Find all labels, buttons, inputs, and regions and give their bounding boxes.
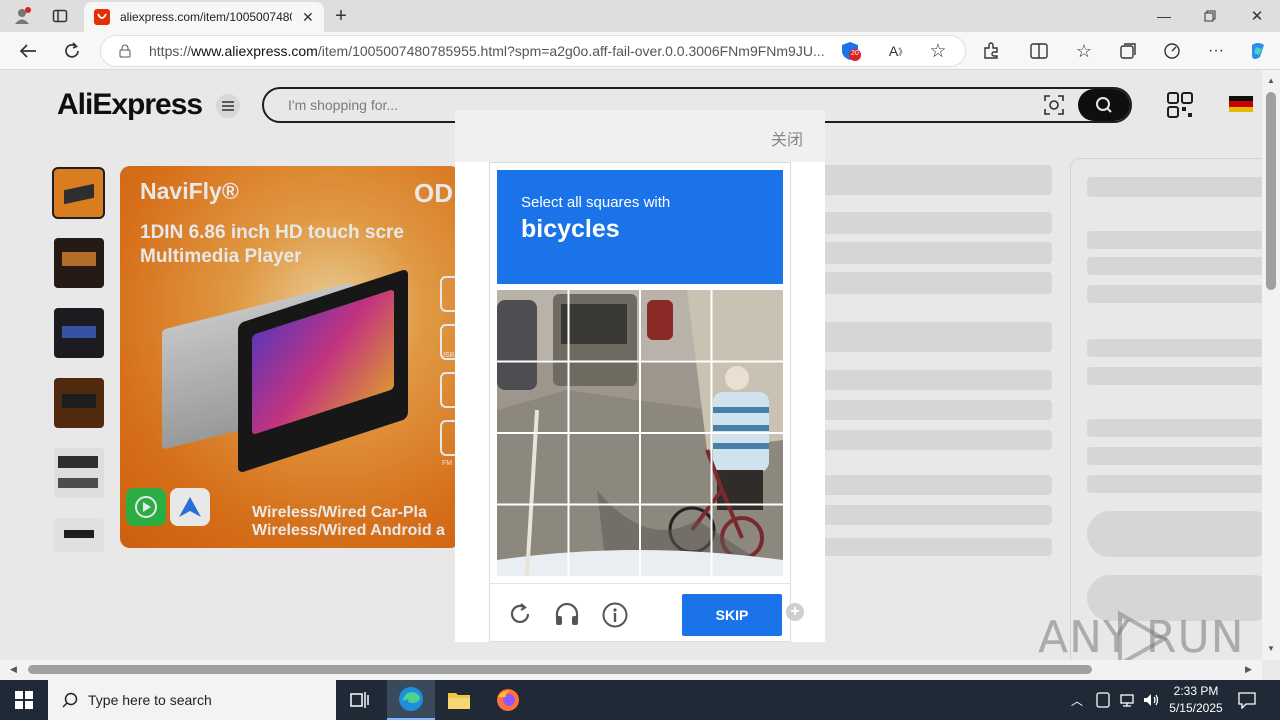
firefox-icon[interactable] [484, 680, 532, 720]
favorites-icon[interactable]: ☆ [1073, 40, 1095, 62]
scroll-right-arrow-icon[interactable]: ▶ [1245, 664, 1252, 675]
restore-icon[interactable] [1199, 5, 1221, 27]
notification-icon[interactable] [1238, 691, 1256, 709]
clock-date: 5/15/2025 [1169, 701, 1223, 715]
aliexpress-favicon-icon [94, 9, 110, 25]
back-icon[interactable] [17, 40, 39, 62]
windows-taskbar: Type here to search ︿ 2:33 PM 5/15/2025 [0, 680, 1280, 720]
info-icon[interactable] [602, 602, 628, 628]
tray-device-icon[interactable] [1096, 692, 1110, 708]
edge-taskbar-icon[interactable] [387, 680, 435, 720]
captcha-tile[interactable] [712, 362, 783, 433]
captcha-tile[interactable] [569, 434, 640, 505]
url-path: /item/1005007480785955.html?spm=a2g0o.af… [317, 43, 825, 59]
collections-icon[interactable] [1117, 40, 1139, 62]
minimize-icon[interactable]: — [1153, 5, 1175, 27]
captcha-header: 关闭 [455, 110, 825, 162]
scroll-down-arrow-icon[interactable]: ▼ [1267, 644, 1275, 653]
captcha-tile[interactable] [641, 290, 712, 361]
copilot-icon[interactable] [1247, 40, 1269, 62]
captcha-dialog: 关闭 Select all squares with bicycles SKIP [455, 110, 825, 642]
favorite-star-icon[interactable]: ☆ [927, 40, 949, 62]
captcha-challenge: Select all squares with bicycles SKIP [489, 162, 791, 642]
new-tab-icon[interactable]: + [330, 5, 352, 27]
captcha-tile[interactable] [641, 434, 712, 505]
vertical-scrollbar[interactable]: ▲ ▼ [1262, 70, 1280, 660]
lock-icon [119, 44, 131, 58]
start-button[interactable] [0, 680, 48, 720]
extensions-icon[interactable] [980, 40, 1002, 62]
profile-icon[interactable] [11, 5, 33, 27]
captcha-target: bicycles [521, 215, 620, 243]
address-bar[interactable]: https://www.aliexpress.com/item/10050074… [100, 35, 966, 67]
task-view-icon[interactable] [336, 680, 384, 720]
captcha-image-grid [497, 290, 783, 576]
audio-challenge-icon[interactable] [554, 602, 580, 626]
file-explorer-icon[interactable] [435, 680, 483, 720]
more-icon[interactable]: ··· [1205, 40, 1227, 62]
captcha-tile[interactable] [497, 362, 568, 433]
captcha-tile[interactable] [569, 362, 640, 433]
taskbar-search-placeholder: Type here to search [88, 692, 212, 708]
tab-title: aliexpress.com/item/1005007480 [120, 10, 292, 24]
tab-bar: aliexpress.com/item/1005007480 ✕ + — ✕ [0, 0, 1280, 32]
performance-icon[interactable] [1161, 40, 1183, 62]
close-window-icon[interactable]: ✕ [1246, 5, 1268, 27]
captcha-tile[interactable] [641, 505, 712, 576]
vertical-scroll-thumb[interactable] [1266, 92, 1276, 290]
scroll-left-arrow-icon[interactable]: ◀ [10, 664, 17, 675]
split-screen-icon[interactable] [1028, 40, 1050, 62]
skip-button[interactable]: SKIP [682, 594, 782, 636]
close-tab-icon[interactable]: ✕ [302, 9, 314, 26]
extension-badge: 20 [851, 50, 859, 57]
browser-toolbar: https://www.aliexpress.com/item/10050074… [0, 32, 1280, 70]
volume-icon[interactable] [1142, 692, 1160, 708]
plus-icon[interactable]: + [786, 603, 804, 621]
captcha-instruction: Select all squares with [521, 194, 671, 211]
url-domain: www.aliexpress.com [191, 43, 318, 59]
system-clock[interactable]: 2:33 PM 5/15/2025 [1166, 683, 1226, 717]
taskbar-search-box[interactable]: Type here to search [48, 680, 336, 720]
captcha-tile[interactable] [497, 290, 568, 361]
tab-actions-icon[interactable] [49, 5, 71, 27]
clock-time: 2:33 PM [1173, 684, 1219, 698]
horizontal-scroll-thumb[interactable] [28, 665, 1092, 674]
captcha-tile[interactable] [569, 505, 640, 576]
refresh-icon[interactable] [61, 40, 83, 62]
captcha-tile[interactable] [497, 505, 568, 576]
taskbar-search-icon [62, 692, 78, 708]
captcha-tile[interactable] [712, 505, 783, 576]
network-icon[interactable] [1119, 692, 1135, 708]
captcha-footer: SKIP [490, 583, 790, 641]
shield-extension-icon[interactable]: 20 [840, 40, 862, 62]
captcha-instruction-banner: Select all squares with bicycles [497, 170, 783, 284]
captcha-tile[interactable] [712, 290, 783, 361]
scroll-up-arrow-icon[interactable]: ▲ [1267, 76, 1275, 85]
captcha-close-button[interactable]: 关闭 [771, 126, 803, 150]
browser-tab[interactable]: aliexpress.com/item/1005007480 ✕ [84, 2, 324, 32]
anyrun-watermark: ANY RUN [1038, 610, 1245, 668]
url-prefix: https:// [149, 43, 192, 59]
captcha-tile[interactable] [569, 290, 640, 361]
tray-chevron-icon[interactable]: ︿ [1071, 692, 1083, 709]
captcha-tile[interactable] [641, 362, 712, 433]
read-aloud-icon[interactable]: A 》 [887, 40, 909, 62]
captcha-tile[interactable] [712, 434, 783, 505]
reload-icon[interactable] [508, 602, 532, 626]
horizontal-scrollbar[interactable]: ◀ ▶ [0, 660, 1262, 680]
captcha-tile[interactable] [497, 434, 568, 505]
